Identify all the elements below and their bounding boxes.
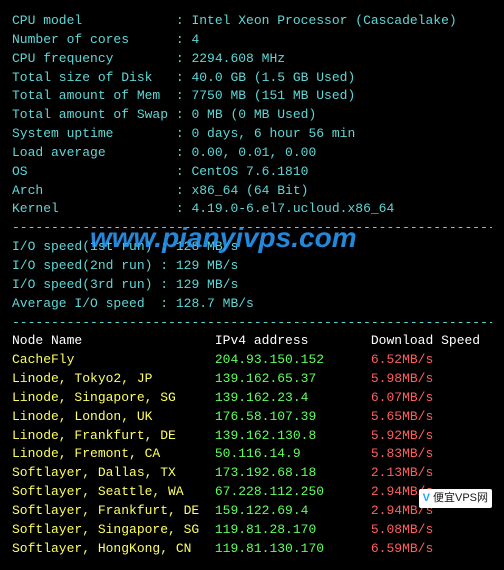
node-table-body: CacheFly 204.93.150.152 6.52MB/sLinode, … (12, 351, 492, 558)
node-row: Softlayer, HongKong, CN 119.81.130.170 6… (12, 540, 492, 559)
node-row: Linode, Frankfurt, DE 139.162.130.8 5.92… (12, 427, 492, 446)
iospeed-row: I/O speed(1st run) : 128 MB/s (12, 238, 492, 257)
sysinfo-row: CPU model : Intel Xeon Processor (Cascad… (12, 12, 492, 31)
iospeed-row: I/O speed(2nd run) : 129 MB/s (12, 257, 492, 276)
sysinfo-row: Total amount of Swap : 0 MB (0 MB Used) (12, 106, 492, 125)
sysinfo-row: System uptime : 0 days, 6 hour 56 min (12, 125, 492, 144)
iospeed-row: I/O speed(3rd run) : 129 MB/s (12, 276, 492, 295)
sysinfo-row: Number of cores : 4 (12, 31, 492, 50)
node-row: Linode, Fremont, CA 50.116.14.9 5.83MB/s (12, 445, 492, 464)
node-row: Softlayer, Frankfurt, DE 159.122.69.4 2.… (12, 502, 492, 521)
system-info-block: CPU model : Intel Xeon Processor (Cascad… (12, 12, 492, 219)
node-row: Linode, Tokyo2, JP 139.162.65.37 5.98MB/… (12, 370, 492, 389)
node-row: Softlayer, Seattle, WA 67.228.112.250 2.… (12, 483, 492, 502)
sysinfo-row: Kernel : 4.19.0-6.el7.ucloud.x86_64 (12, 200, 492, 219)
node-row: Softlayer, Singapore, SG 119.81.28.170 5… (12, 521, 492, 540)
sysinfo-row: Load average : 0.00, 0.01, 0.00 (12, 144, 492, 163)
node-row: CacheFly 204.93.150.152 6.52MB/s (12, 351, 492, 370)
node-row: Linode, London, UK 176.58.107.39 5.65MB/… (12, 408, 492, 427)
divider-line: ----------------------------------------… (12, 219, 492, 238)
sysinfo-row: OS : CentOS 7.6.1810 (12, 163, 492, 182)
sysinfo-row: CPU frequency : 2294.608 MHz (12, 50, 492, 69)
iospeed-row: Average I/O speed : 128.7 MB/s (12, 295, 492, 314)
node-row: Linode, Singapore, SG 139.162.23.4 6.07M… (12, 389, 492, 408)
node-table-header: Node Name IPv4 address Download Speed (12, 332, 492, 351)
io-speed-block: I/O speed(1st run) : 128 MB/sI/O speed(2… (12, 238, 492, 313)
node-row: Softlayer, Dallas, TX 173.192.68.18 2.13… (12, 464, 492, 483)
divider-line: ----------------------------------------… (12, 314, 492, 333)
sysinfo-row: Total size of Disk : 40.0 GB (1.5 GB Use… (12, 69, 492, 88)
sysinfo-row: Arch : x86_64 (64 Bit) (12, 182, 492, 201)
sysinfo-row: Total amount of Mem : 7750 MB (151 MB Us… (12, 87, 492, 106)
